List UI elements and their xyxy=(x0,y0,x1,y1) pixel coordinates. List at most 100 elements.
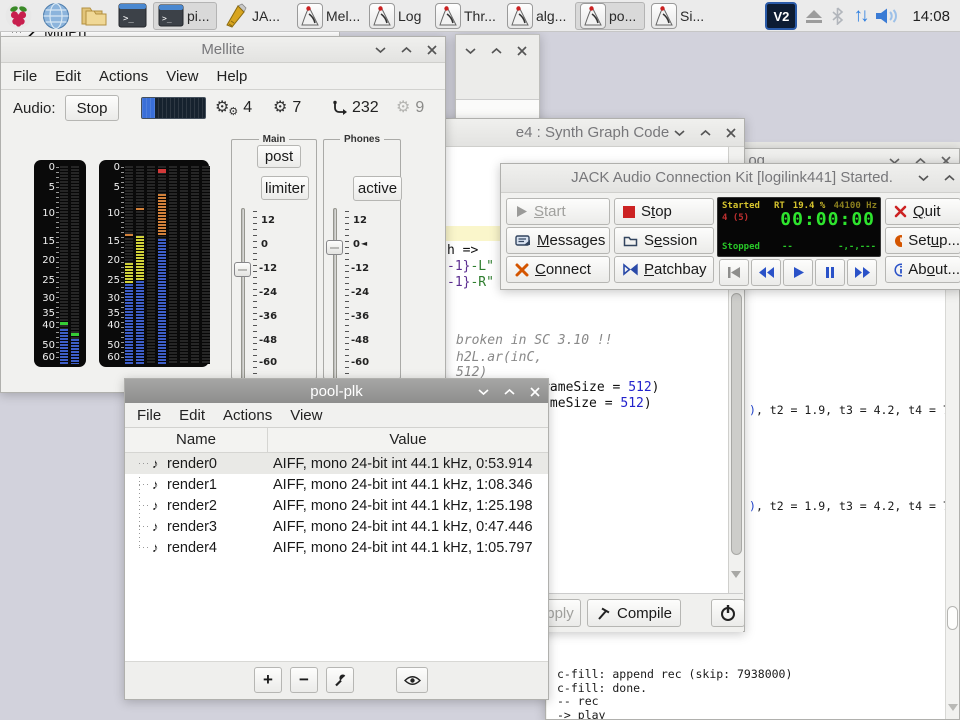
power-button[interactable] xyxy=(711,599,745,627)
volume-icon[interactable] xyxy=(875,7,899,25)
phones-slider-thumb[interactable] xyxy=(326,240,343,255)
column-value[interactable]: Value xyxy=(268,428,548,452)
maximize-icon[interactable] xyxy=(504,388,515,396)
jack-window: JACK Audio Connection Kit [logilink441] … xyxy=(500,163,960,290)
menu-edit[interactable]: Edit xyxy=(170,407,214,424)
jack-session-button[interactable]: Session xyxy=(614,227,714,254)
browser-launcher[interactable] xyxy=(38,2,74,30)
minimize-icon[interactable] xyxy=(465,47,476,55)
network-traffic-icon[interactable]: ↑↓ xyxy=(853,5,866,27)
gear-icon: ⚙ xyxy=(273,100,287,116)
main-limiter-button[interactable]: limiter xyxy=(261,176,309,200)
main-post-button[interactable]: post xyxy=(257,145,301,168)
transport-rewind-button[interactable] xyxy=(751,259,781,286)
menu-actions[interactable]: Actions xyxy=(90,68,157,85)
scroll-down-icon[interactable] xyxy=(948,704,958,711)
main-slider-thumb[interactable] xyxy=(234,262,251,277)
table-row-selected[interactable]: ♪ render0 AIFF, mono 24-bit int 44.1 kHz… xyxy=(125,453,548,474)
column-name[interactable]: Name xyxy=(125,428,268,452)
menu-view[interactable]: View xyxy=(157,68,207,85)
table-row[interactable]: ♪ render3 AIFF, mono 24-bit int 44.1 kHz… xyxy=(125,516,548,537)
close-icon[interactable] xyxy=(530,387,540,397)
jack-messages-button[interactable]: Messages xyxy=(506,227,610,254)
transport-rewind-start-button[interactable] xyxy=(719,259,749,286)
file-manager-launcher[interactable] xyxy=(76,2,112,30)
task-mellite[interactable]: Mel... xyxy=(293,2,363,30)
table-row[interactable]: ♪ render2 AIFF, mono 24-bit int 44.1 kHz… xyxy=(125,495,548,516)
phones-active-button[interactable]: active xyxy=(353,176,402,201)
minimize-icon[interactable] xyxy=(674,129,685,137)
task-algorithm[interactable]: alg... xyxy=(503,2,573,30)
meter-channel xyxy=(202,166,210,364)
jack-patchbay-button[interactable]: Patchbay xyxy=(614,256,714,283)
meter-channel xyxy=(191,166,199,364)
mellite-titlebar[interactable]: Mellite xyxy=(1,37,445,63)
main-group-label: Main xyxy=(259,134,290,145)
close-icon[interactable] xyxy=(726,128,736,138)
scrollbar-thumb[interactable] xyxy=(731,293,742,555)
duke-icon xyxy=(653,5,675,27)
menu-view[interactable]: View xyxy=(281,407,331,424)
menu-help[interactable]: Help xyxy=(207,68,256,85)
meter-channel xyxy=(147,166,155,364)
scrollbar-thumb[interactable] xyxy=(947,606,958,630)
task-log[interactable]: Log xyxy=(365,2,429,30)
jack-connect-button[interactable]: Connect xyxy=(506,256,610,283)
phones-volume-slider[interactable] xyxy=(333,208,337,380)
terminal-launcher[interactable]: >_ xyxy=(114,2,151,30)
table-row[interactable]: ♪ render1 AIFF, mono 24-bit int 44.1 kHz… xyxy=(125,474,548,495)
jack-quit-button[interactable]: Quit xyxy=(885,198,960,225)
maximize-icon[interactable] xyxy=(700,129,711,137)
svg-text:>_: >_ xyxy=(162,14,172,23)
transport-forward-button[interactable] xyxy=(847,259,877,286)
jack-start-button[interactable]: Start xyxy=(506,198,610,225)
transport-pause-button[interactable] xyxy=(815,259,845,286)
maximize-icon[interactable] xyxy=(491,47,502,55)
transport-play-button[interactable] xyxy=(783,259,813,286)
main-volume-slider[interactable] xyxy=(241,208,245,380)
minimize-icon[interactable] xyxy=(478,388,489,396)
task-simulation[interactable]: Si... xyxy=(647,2,713,30)
remove-button[interactable]: − xyxy=(290,667,318,693)
code-comment: h2L.ar(inC, xyxy=(456,350,542,365)
scroll-down-icon[interactable] xyxy=(731,571,741,578)
task-thread[interactable]: Thr... xyxy=(431,2,501,30)
add-button[interactable]: + xyxy=(254,667,282,693)
jack-stop-button[interactable]: Stop xyxy=(614,198,714,225)
jack-bars: -- xyxy=(782,242,793,252)
menu-edit[interactable]: Edit xyxy=(46,68,90,85)
pool-titlebar[interactable]: pool-plk xyxy=(125,379,548,405)
meter-channel xyxy=(169,166,177,364)
synth-titlebar[interactable]: e4 : Synth Graph Code xyxy=(441,119,744,147)
task-pool[interactable]: po... xyxy=(575,2,645,30)
audio-stop-button[interactable]: Stop xyxy=(65,95,119,121)
view-button[interactable] xyxy=(396,667,428,693)
tools-button[interactable] xyxy=(326,667,354,693)
compile-button[interactable]: Compile xyxy=(587,599,681,627)
play-icon xyxy=(792,266,805,279)
maximize-icon[interactable] xyxy=(401,46,412,54)
bluetooth-icon[interactable] xyxy=(831,7,844,25)
table-header[interactable]: Name Value xyxy=(125,428,548,453)
jack-transport-state: Stopped xyxy=(722,242,760,252)
table-row[interactable]: ♪ render4 AIFF, mono 24-bit int 44.1 kHz… xyxy=(125,537,548,558)
synth-window-title: e4 : Synth Graph Code xyxy=(516,124,669,141)
close-icon[interactable] xyxy=(427,45,437,55)
eject-icon[interactable] xyxy=(806,10,822,23)
menu-raspberry-button[interactable] xyxy=(1,2,36,30)
minimize-icon[interactable] xyxy=(375,46,386,54)
jack-setup-button[interactable]: Setup... xyxy=(885,227,960,254)
menu-actions[interactable]: Actions xyxy=(214,407,281,424)
task-jack[interactable]: JA... xyxy=(219,2,291,30)
close-icon[interactable] xyxy=(517,46,527,56)
minimize-icon[interactable] xyxy=(918,174,929,182)
menu-file[interactable]: File xyxy=(128,407,170,424)
maximize-icon[interactable] xyxy=(944,174,955,182)
menu-file[interactable]: File xyxy=(4,68,46,85)
jack-titlebar[interactable]: JACK Audio Connection Kit [logilink441] … xyxy=(501,164,960,193)
stop-icon xyxy=(623,206,635,218)
vnc-icon[interactable]: V2 xyxy=(765,2,797,30)
knife-icon xyxy=(223,3,249,29)
task-terminal-pi[interactable]: >_ pi... xyxy=(153,2,217,30)
jack-about-button[interactable]: About... xyxy=(885,256,960,283)
